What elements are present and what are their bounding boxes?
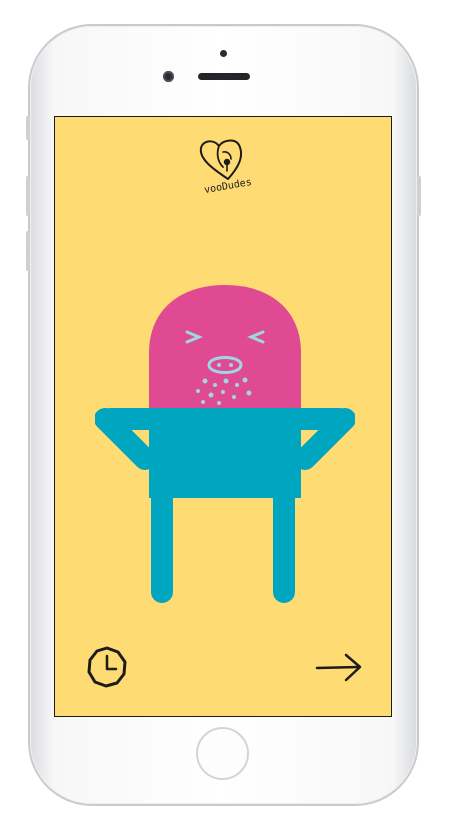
arrow-right-icon	[315, 653, 362, 682]
home-button[interactable]	[196, 727, 249, 780]
proximity-sensor	[220, 50, 227, 57]
mute-switch	[26, 116, 30, 140]
volume-down-button	[26, 231, 30, 271]
app-screen: vooDudes	[54, 116, 392, 717]
character-legs	[151, 481, 295, 603]
timer-button[interactable]	[83, 643, 131, 691]
power-button	[417, 176, 421, 216]
clock-icon	[87, 646, 127, 688]
next-button[interactable]	[313, 647, 365, 687]
vooDudes-logo: vooDudes	[183, 137, 273, 207]
volume-up-button	[26, 176, 30, 216]
earpiece-speaker	[198, 73, 250, 80]
front-camera	[163, 71, 174, 82]
character-head	[149, 285, 301, 408]
voodoo-dude-character[interactable]	[94, 281, 356, 616]
